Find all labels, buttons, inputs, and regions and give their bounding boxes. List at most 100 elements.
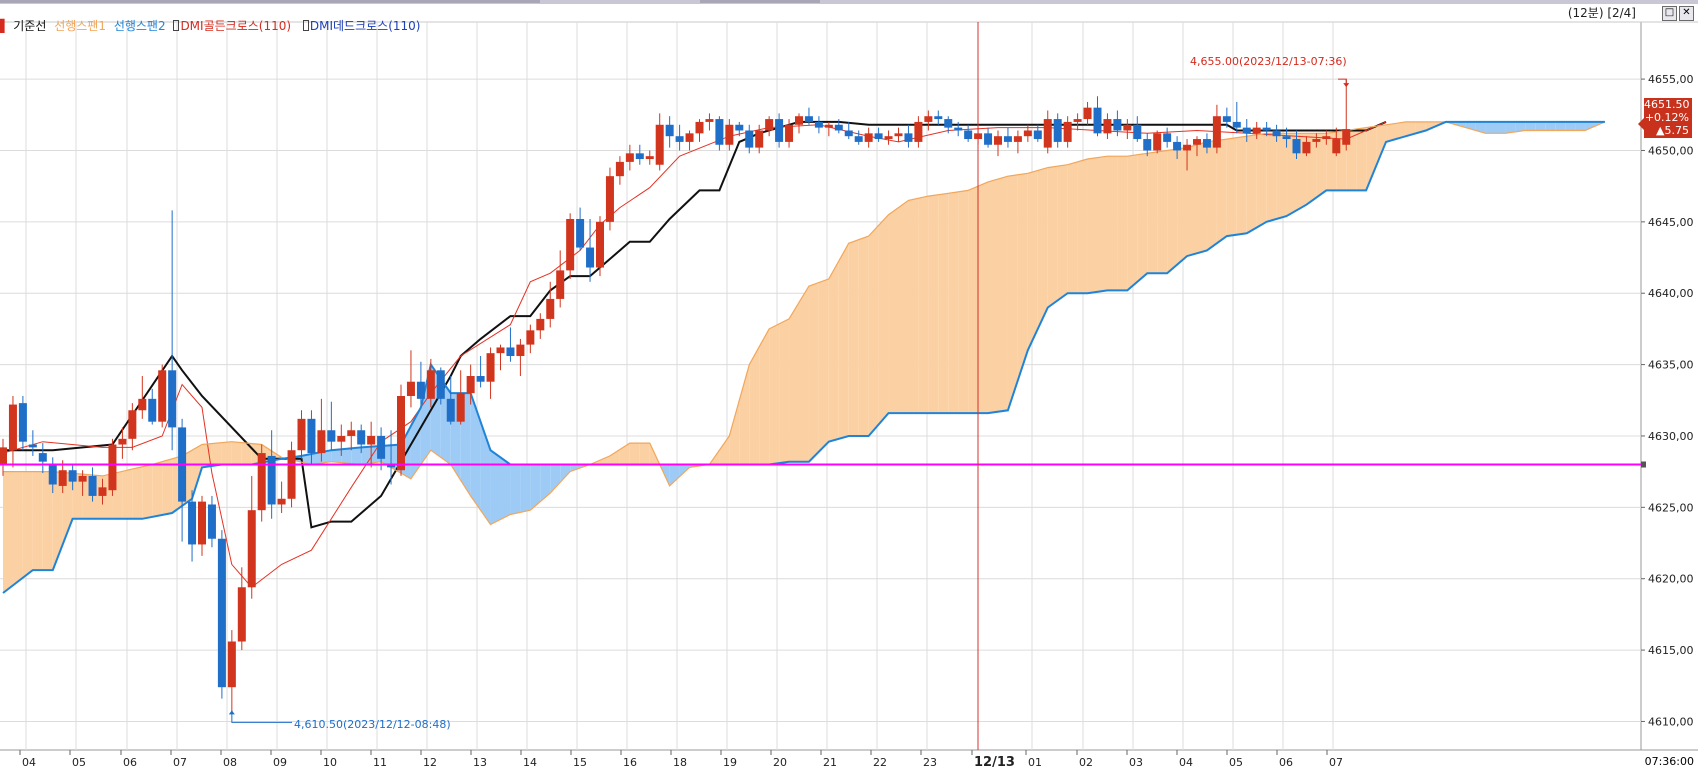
candle-body <box>556 270 565 299</box>
candle-body <box>1063 121 1072 142</box>
legend-dmi-dead-label: DMI데드크로스(110) <box>309 19 421 33</box>
candle-body <box>446 398 455 422</box>
candle-body <box>546 298 555 319</box>
cloud-segment <box>231 441 242 465</box>
candle-body <box>58 470 67 486</box>
x-tick-label: 01 <box>1028 756 1042 769</box>
candle-body <box>198 501 206 545</box>
cloud-segment <box>1037 167 1048 329</box>
candle-body <box>1153 133 1162 151</box>
x-tick-label: 14 <box>523 756 537 769</box>
cloud-segment <box>1266 133 1277 222</box>
y-tick-label: 4620,00 <box>1648 573 1694 586</box>
cloud-segment <box>878 214 889 425</box>
candle-body <box>984 133 993 145</box>
candle-body <box>168 370 177 428</box>
candle-body <box>1312 139 1321 142</box>
x-tick-label: 05 <box>72 756 86 769</box>
candle-body <box>844 130 853 137</box>
cloud-segment <box>888 207 899 414</box>
candle-body <box>705 119 714 122</box>
candle-body <box>1003 136 1012 142</box>
cloud-segment <box>1007 174 1018 411</box>
y-tick-label: 4630,00 <box>1648 430 1694 443</box>
x-tick-label: 12/13 <box>974 755 1015 770</box>
legend-dmi-dead-cross: DMI데드크로스(110) <box>302 19 425 33</box>
candle-body <box>38 453 47 462</box>
candle-body <box>138 398 147 411</box>
cloud-segment <box>1077 159 1088 294</box>
cloud-segment <box>799 286 809 462</box>
candle-body <box>237 587 246 642</box>
cloud-segment <box>908 198 919 414</box>
candle-body <box>1282 136 1291 140</box>
candle-body <box>775 119 784 142</box>
candle-body <box>1193 139 1201 145</box>
cloud-segment <box>351 447 362 465</box>
candle-body <box>227 641 236 688</box>
candle-body <box>297 418 306 451</box>
legend-box-icon <box>302 20 309 31</box>
x-tick-label: 15 <box>573 756 587 769</box>
cloud-segment <box>749 346 760 465</box>
candle-body <box>834 124 843 131</box>
x-tick-label: 12 <box>423 756 437 769</box>
x-tick-label: 20 <box>773 756 787 769</box>
cloud-segment <box>1276 133 1287 219</box>
candle-body <box>924 116 933 122</box>
x-tick-label: 16 <box>623 756 637 769</box>
candle-body <box>1332 139 1341 154</box>
candle-body <box>715 119 724 145</box>
candle-body <box>675 136 684 142</box>
x-tick-label: 06 <box>1279 756 1293 769</box>
candle-body <box>804 116 813 122</box>
cloud-segment <box>1137 153 1148 282</box>
maximize-button[interactable]: □ <box>1662 6 1677 21</box>
candle-body <box>128 410 137 439</box>
current-price-badge: 4651.50 +0.12% ▲5.75 <box>1644 98 1692 138</box>
reference-line-marker <box>1641 461 1646 468</box>
current-price: 4651.50 <box>1644 98 1690 111</box>
x-tick-label: 11 <box>373 756 387 769</box>
cloud-segment <box>12 471 23 586</box>
candle-body <box>1272 130 1281 137</box>
candle-body <box>536 318 545 331</box>
x-tick-label: 04 <box>1179 756 1193 769</box>
legend-marker-icon: ▌ <box>0 19 10 33</box>
candle-body <box>8 404 17 451</box>
candle-body <box>1242 127 1251 134</box>
low-price-annotation: 4,610.50(2023/12/12-08:48) <box>294 718 451 731</box>
window-buttons: □ ✕ <box>1660 4 1694 21</box>
close-button[interactable]: ✕ <box>1679 6 1694 21</box>
cloud-segment <box>1555 121 1566 131</box>
cloud-segment <box>1147 151 1158 274</box>
x-tick-label: 06 <box>123 756 137 769</box>
candle-body <box>277 498 286 505</box>
candle-body <box>317 430 326 454</box>
cloud-segment <box>1157 150 1168 274</box>
candle-body <box>745 130 754 148</box>
candle-body <box>397 395 405 471</box>
candle-body <box>476 376 485 382</box>
cloud-segment <box>1107 156 1118 291</box>
legend-dmi-golden-label: DMI골든크로스(110) <box>180 19 292 33</box>
candle-body <box>645 156 654 160</box>
cloud-segment <box>42 471 53 571</box>
cloud-segment <box>998 176 1008 412</box>
candle-body <box>1013 136 1022 142</box>
candle-body <box>795 116 803 125</box>
legend-box-icon <box>173 20 180 31</box>
candle-body <box>814 121 823 128</box>
cloud-segment <box>639 443 650 465</box>
candle-body <box>28 444 37 448</box>
candle-body <box>1163 133 1172 142</box>
candle-body <box>1123 124 1132 131</box>
candle-body <box>1033 130 1042 140</box>
ichimoku-chart[interactable]: 4610,00 4615,00 4620,00 4625,00 4630,00 4635,… <box>0 0 1698 772</box>
x-tick-label: 09 <box>273 756 287 769</box>
legend-leading-span-1: 선행스팬1 <box>54 19 106 33</box>
candle-body <box>1252 127 1261 134</box>
cloud-segment <box>948 191 959 414</box>
cloud-segment <box>211 442 222 466</box>
cloud-segment <box>898 200 909 414</box>
